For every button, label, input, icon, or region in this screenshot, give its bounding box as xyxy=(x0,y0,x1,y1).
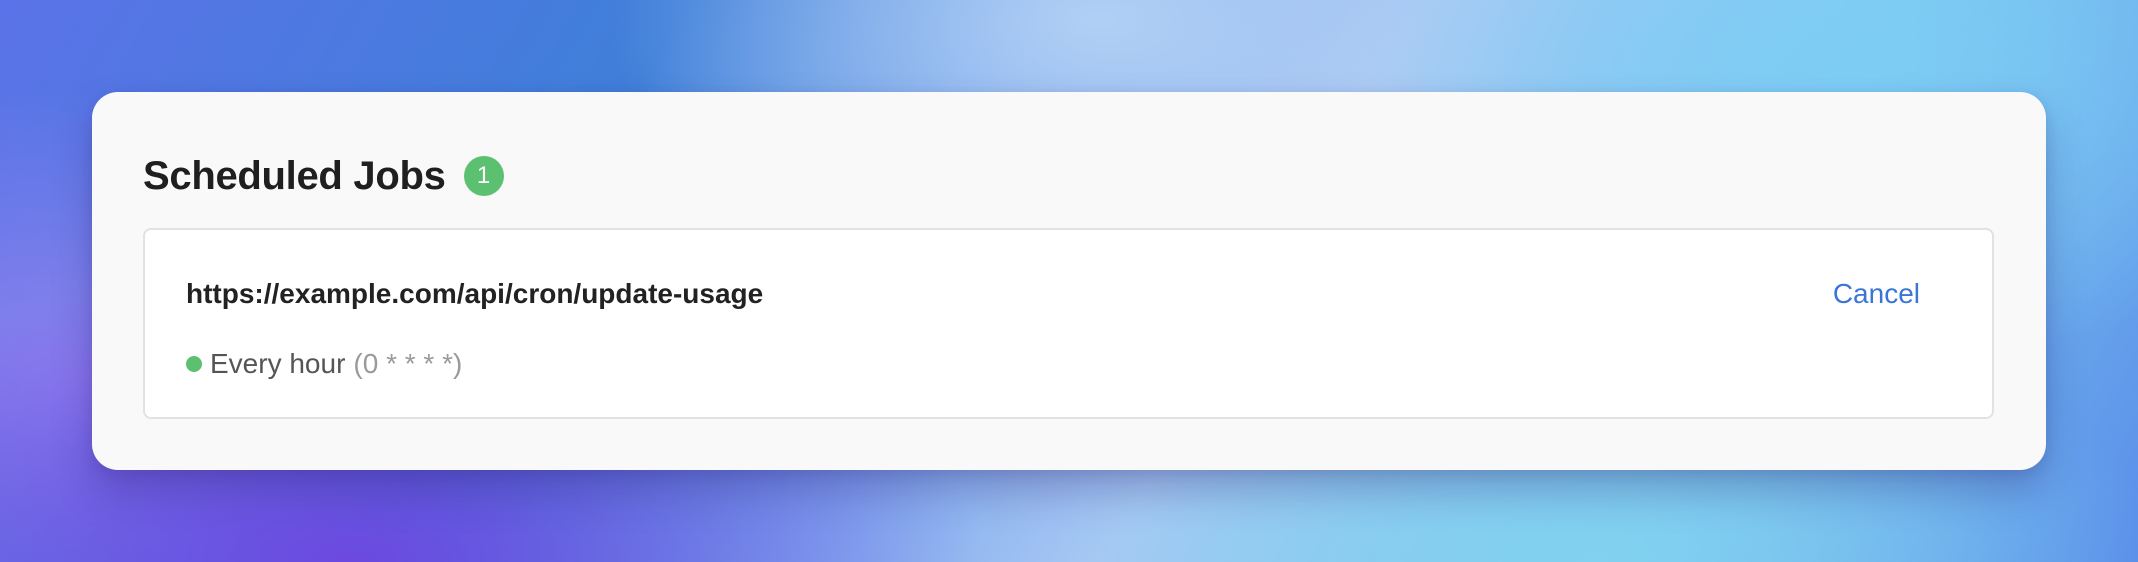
job-count-badge: 1 xyxy=(463,156,504,196)
job-url: https://example.com/api/cron/update-usag… xyxy=(186,278,764,309)
cron-expression: (0 * * * *) xyxy=(353,348,463,379)
cancel-button[interactable]: Cancel xyxy=(1833,276,1920,312)
list-item: https://example.com/api/cron/update-usag… xyxy=(145,230,1992,417)
scheduled-jobs-card: Scheduled Jobs 1 https://example.com/api… xyxy=(92,92,2046,470)
card-title: Scheduled Jobs xyxy=(143,153,446,198)
status-dot-icon xyxy=(186,356,202,372)
card-header: Scheduled Jobs 1 xyxy=(143,146,504,206)
job-list: https://example.com/api/cron/update-usag… xyxy=(143,228,1994,419)
job-schedule: Every hour (0 * * * *) xyxy=(186,346,462,382)
schedule-label: Every hour xyxy=(210,348,346,379)
